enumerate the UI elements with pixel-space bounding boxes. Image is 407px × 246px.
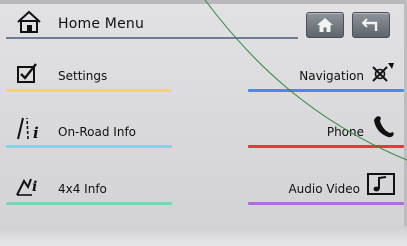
page-title: Home Menu: [58, 16, 145, 32]
home-icon: [317, 18, 333, 32]
bezel-bottom: [0, 226, 407, 246]
menu-item-audio-video[interactable]: Audio Video: [248, 173, 404, 205]
phone-icon: [374, 116, 394, 138]
back-button[interactable]: [352, 12, 390, 38]
navigation-underline: [248, 89, 404, 92]
svg-text:i: i: [33, 124, 39, 140]
menu-item-navigation[interactable]: Navigation: [248, 60, 404, 92]
menu-item-label: Phone: [326, 125, 364, 139]
bezel-top: [0, 0, 407, 4]
menu-item-4x4-info[interactable]: i 4x4 Info: [6, 173, 172, 205]
menu-item-label: 4x4 Info: [58, 182, 107, 196]
navigation-icon: [372, 63, 394, 82]
menu-item-phone[interactable]: Phone: [248, 116, 404, 148]
menu-item-settings[interactable]: Settings: [6, 60, 172, 92]
audio-underline: [248, 202, 404, 205]
head-unit-screen: Home Menu Settings i On-Road Info i 4x4 …: [0, 0, 407, 246]
home-icon: [17, 10, 41, 33]
menu-item-label: Settings: [58, 69, 108, 83]
svg-text:i: i: [32, 179, 37, 195]
menu-item-label: Navigation: [299, 69, 364, 83]
home-button[interactable]: [306, 12, 344, 38]
offroad-info-icon: i: [16, 178, 37, 196]
music-note-icon: [367, 173, 395, 195]
menu-item-label: On-Road Info: [58, 125, 137, 139]
settings-underline: [6, 89, 172, 92]
onroad-underline: [6, 145, 172, 148]
menu-item-label: Audio Video: [288, 182, 360, 196]
menu-item-onroad-info[interactable]: i On-Road Info: [6, 116, 172, 148]
phone-underline: [248, 145, 404, 148]
road-info-icon: i: [17, 117, 39, 140]
title-underline: [6, 37, 298, 39]
back-arrow-icon: [362, 18, 378, 31]
fourbyfour-underline: [6, 202, 172, 205]
checkbox-icon: [17, 63, 37, 83]
